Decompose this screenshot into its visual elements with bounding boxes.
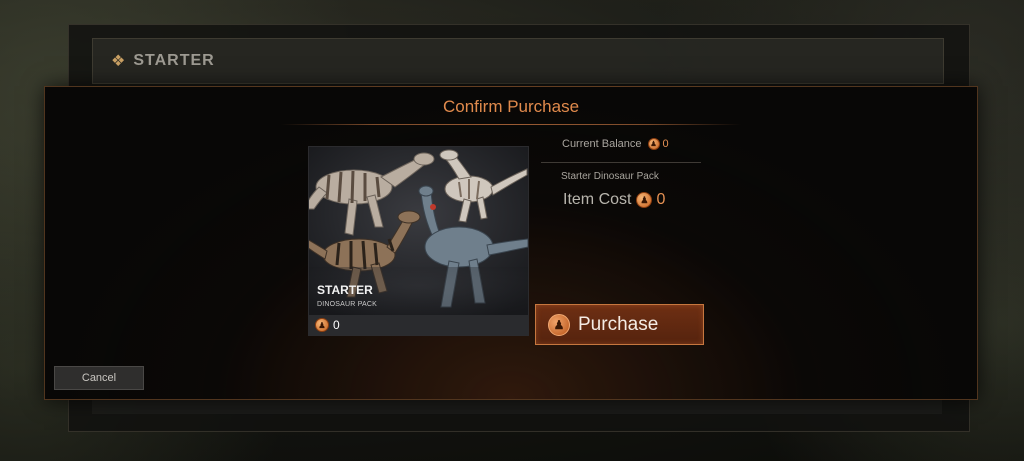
item-price-value: 0 <box>333 318 340 332</box>
current-balance-value: 0 <box>662 138 669 150</box>
item-price-bar: ♟ 0 <box>309 315 528 335</box>
fleur-icon: ❖ <box>111 53 126 70</box>
cancel-button[interactable]: Cancel <box>54 366 144 390</box>
current-balance-row: Current Balance ♟ 0 <box>562 138 669 150</box>
item-cost-value: 0 <box>656 191 666 208</box>
purchase-button-label: Purchase <box>578 313 659 335</box>
balance-divider <box>541 162 701 163</box>
item-card: STARTER DINOSAUR PACK ♟ 0 <box>308 146 529 336</box>
dialog-title: Confirm Purchase <box>442 97 580 116</box>
pack-name: Starter Dinosaur Pack <box>561 171 659 182</box>
title-divider <box>281 124 741 125</box>
confirm-purchase-dialog: Confirm Purchase STARTER DINOSAUR PACK ♟… <box>44 86 978 400</box>
item-cost-label: Item Cost <box>563 191 632 208</box>
purchase-button[interactable]: ♟ Purchase <box>535 304 704 345</box>
currency-coin-icon: ♟ <box>315 318 329 332</box>
store-section-header: ❖ STARTER <box>92 38 944 84</box>
currency-coin-icon: ♟ <box>636 192 653 208</box>
section-title: STARTER <box>133 52 215 69</box>
currency-coin-icon: ♟ <box>548 313 570 336</box>
current-balance-label: Current Balance <box>562 138 642 150</box>
item-cost-row: Item Cost ♟ 0 <box>563 191 665 209</box>
item-subtitle: DINOSAUR PACK <box>317 301 378 308</box>
currency-coin-icon: ♟ <box>647 138 660 150</box>
item-name: STARTER <box>317 283 373 297</box>
